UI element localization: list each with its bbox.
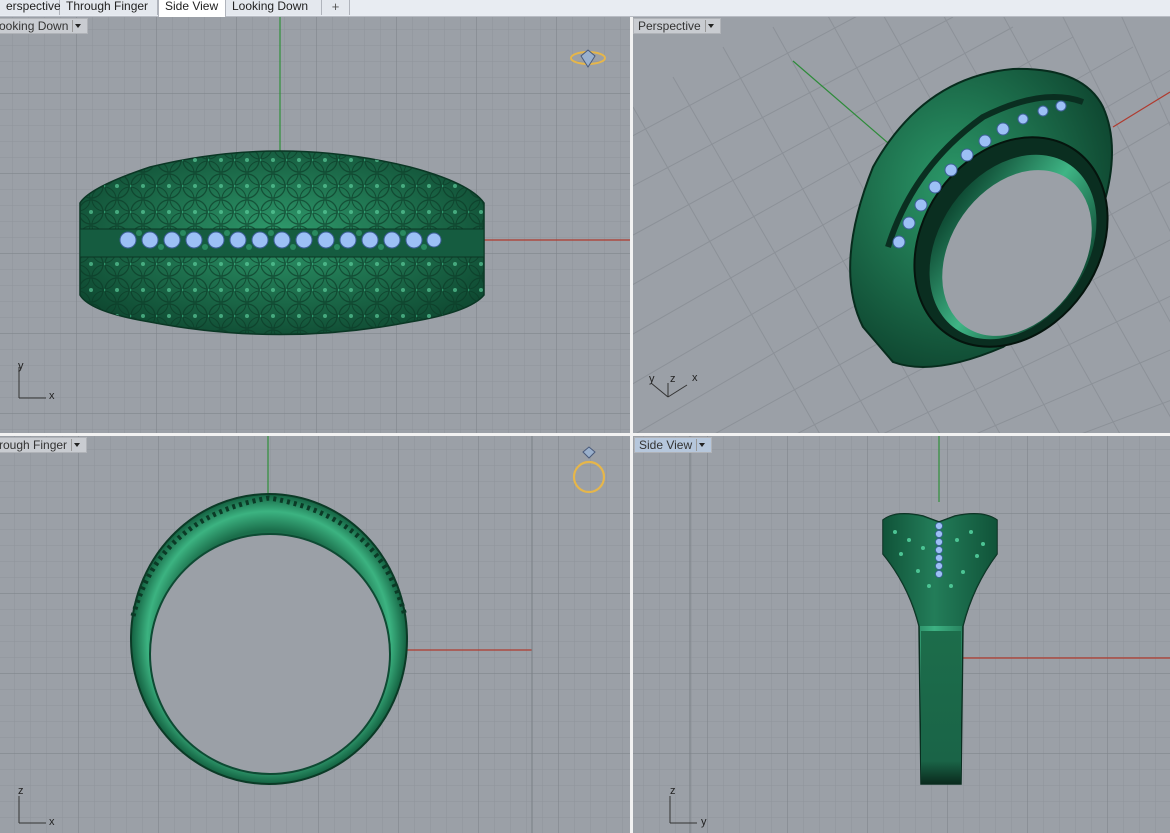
viewport-through-finger[interactable]: rough Finger z x (0, 436, 630, 833)
add-tab-button[interactable]: + (322, 0, 350, 15)
tab-looking-down[interactable]: Looking Down (226, 0, 322, 15)
horizontal-splitter[interactable] (0, 433, 1170, 436)
axis-label-x: x (49, 390, 55, 402)
viewport-label-through-finger[interactable]: rough Finger (0, 437, 88, 453)
grid-perspective (633, 17, 1170, 433)
tab-side-view[interactable]: Side View (158, 0, 226, 17)
axis-label-z: z (670, 785, 676, 797)
viewport-label-side-view[interactable]: Side View (634, 437, 713, 453)
tab-perspective[interactable]: erspective (0, 0, 61, 15)
dropdown-arrow-icon[interactable] (71, 439, 83, 451)
grid-side-view (633, 436, 1170, 833)
viewport-label-looking-down[interactable]: ooking Down (0, 18, 89, 34)
viewport-perspective[interactable]: Perspective y z x (633, 17, 1170, 433)
view-tab-bar: erspective Through Finger Side View Look… (0, 0, 1170, 17)
grid-through-finger (0, 436, 630, 833)
axis-label-y: y (701, 816, 707, 828)
ring-perspective (849, 67, 1113, 368)
viewport-title: Perspective (638, 19, 701, 33)
ring-top-view (79, 150, 485, 336)
grid-looking-down (0, 17, 630, 433)
viewport-title: ooking Down (0, 19, 69, 33)
viewport-side-view[interactable]: Side View z y (633, 436, 1170, 833)
viewport-title: rough Finger (0, 438, 68, 452)
dropdown-arrow-icon[interactable] (72, 20, 84, 32)
axis-label-z: z (18, 785, 24, 797)
axis-label-z: z (670, 373, 676, 385)
dropdown-arrow-icon[interactable] (704, 20, 717, 32)
viewport-label-perspective[interactable]: Perspective (633, 18, 721, 34)
axis-label-x: x (49, 816, 55, 828)
axis-label-x: x (692, 372, 698, 384)
axis-label-y: y (649, 373, 655, 385)
tab-through-finger[interactable]: Through Finger (60, 0, 158, 15)
dropdown-arrow-icon[interactable] (696, 439, 708, 451)
viewport-title: Side View (639, 438, 693, 452)
axis-label-y: y (18, 360, 24, 372)
vertical-splitter[interactable] (630, 17, 633, 833)
axis-widget (650, 382, 688, 398)
ring-cross-section (130, 493, 408, 785)
viewport-looking-down[interactable]: ooking Down y x (0, 17, 630, 433)
gem-row (119, 231, 442, 249)
